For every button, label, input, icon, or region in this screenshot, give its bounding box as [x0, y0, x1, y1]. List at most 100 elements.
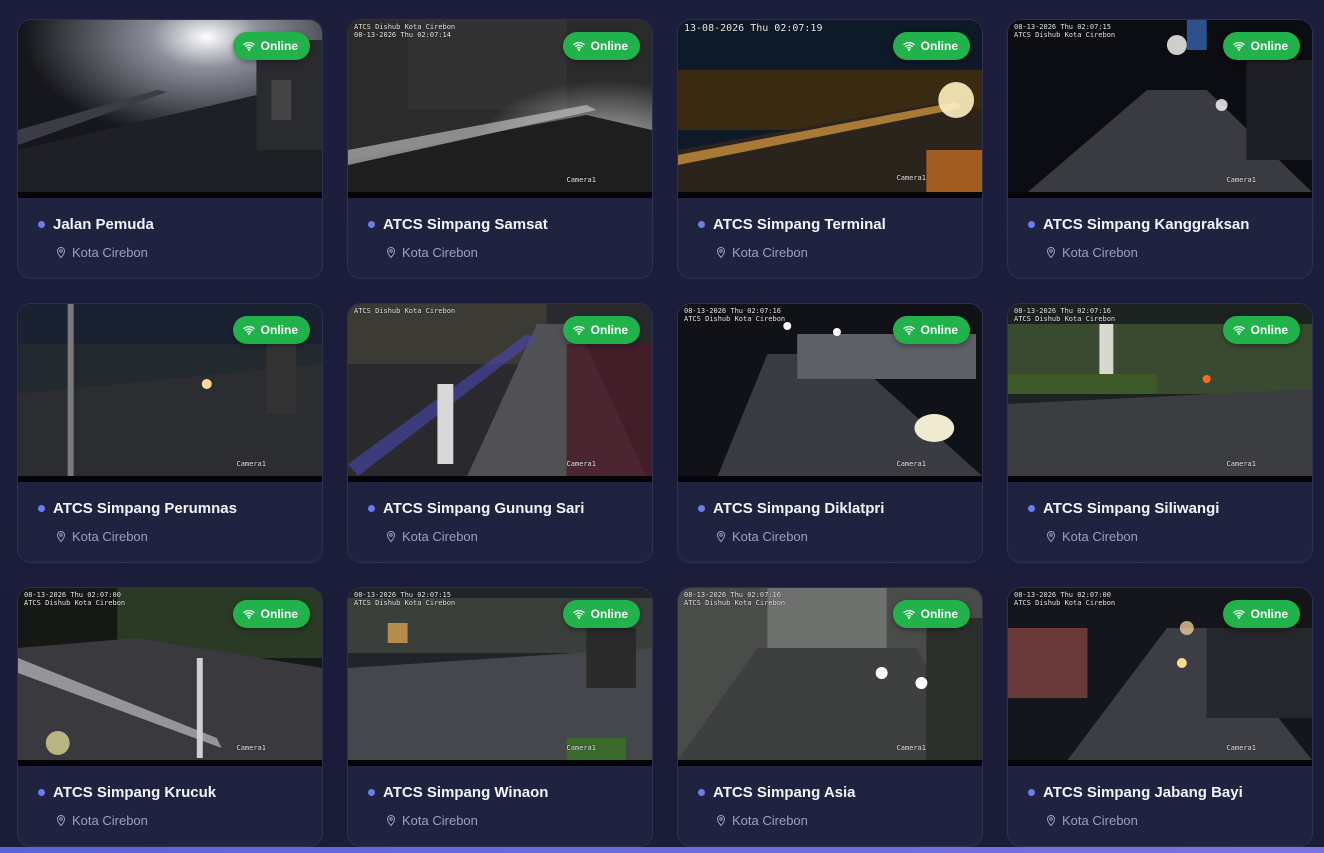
camera-title: ATCS Simpang Jabang Bayi	[1043, 784, 1243, 801]
status-label: Online	[1250, 323, 1288, 337]
camera-location: Kota Cirebon	[732, 245, 808, 260]
camera-card[interactable]: 08-13-2026 Thu 02:07:15 ATCS Dishub Kota…	[347, 587, 653, 847]
dot-icon	[1028, 789, 1035, 796]
map-pin-icon	[1046, 531, 1056, 543]
status-label: Online	[920, 607, 958, 621]
status-label: Online	[590, 607, 628, 621]
camera-card[interactable]: Camera1 Online ATCS Simpang Perumnas Kot…	[17, 303, 323, 563]
status-label: Online	[920, 39, 958, 53]
online-status-badge: Online	[1222, 316, 1300, 344]
camera-card[interactable]: 08-13-2026 Thu 02:07:15 ATCS Dishub Kota…	[1007, 19, 1313, 279]
camera-osd-text: 08-13-2026 Thu 02:07:16 ATCS Dishub Kota…	[684, 591, 786, 607]
dot-icon	[38, 505, 45, 512]
camera-osd-text: 08-13-2026 Thu 02:07:15 ATCS Dishub Kota…	[1014, 23, 1116, 39]
camera-info: ATCS Simpang Gunung Sari Kota Cirebon	[348, 482, 652, 562]
camera-label: Camera1	[566, 460, 596, 468]
camera-info: ATCS Simpang Jabang Bayi Kota Cirebon	[1008, 766, 1312, 846]
dot-icon	[368, 789, 375, 796]
wifi-icon	[1233, 326, 1245, 335]
camera-location: Kota Cirebon	[402, 245, 478, 260]
camera-osd-text: 08-13-2026 Thu 02:07:00 ATCS Dishub Kota…	[24, 591, 126, 607]
camera-title: ATCS Simpang Terminal	[713, 216, 886, 233]
online-status-badge: Online	[232, 600, 310, 628]
camera-location: Kota Cirebon	[402, 529, 478, 544]
camera-info: ATCS Simpang Siliwangi Kota Cirebon	[1008, 482, 1312, 562]
map-pin-icon	[386, 531, 396, 543]
camera-info: ATCS Simpang Terminal Kota Cirebon	[678, 198, 982, 278]
wifi-icon	[573, 610, 585, 619]
wifi-icon	[903, 610, 915, 619]
camera-label: Camera1	[1226, 460, 1256, 468]
camera-title: ATCS Simpang Winaon	[383, 784, 549, 801]
camera-grid-page: Online Jalan Pemuda Kota Cirebon ATCS Di…	[0, 0, 1324, 853]
camera-info: ATCS Simpang Krucuk Kota Cirebon	[18, 766, 322, 846]
camera-title: ATCS Simpang Samsat	[383, 216, 548, 233]
camera-feed[interactable]: Camera1 Online	[18, 304, 322, 482]
status-label: Online	[260, 323, 298, 337]
camera-card[interactable]: ATCS Dishub Kota Cirebon 08-13-2026 Thu …	[347, 19, 653, 279]
map-pin-icon	[1046, 815, 1056, 827]
status-label: Online	[590, 39, 628, 53]
camera-location: Kota Cirebon	[72, 813, 148, 828]
camera-title: ATCS Simpang Gunung Sari	[383, 500, 585, 517]
camera-title: Jalan Pemuda	[53, 216, 154, 233]
camera-info: Jalan Pemuda Kota Cirebon	[18, 198, 322, 278]
camera-card[interactable]: 13-08-2026 Thu 02:07:19 Camera1 Online A…	[677, 19, 983, 279]
dot-icon	[368, 221, 375, 228]
camera-location: Kota Cirebon	[1062, 529, 1138, 544]
camera-feed[interactable]: 08-13-2026 Thu 02:07:16 ATCS Dishub Kota…	[1008, 304, 1312, 482]
online-status-badge: Online	[892, 600, 970, 628]
camera-card[interactable]: Online Jalan Pemuda Kota Cirebon	[17, 19, 323, 279]
camera-label: Camera1	[896, 460, 926, 468]
camera-feed[interactable]: Online	[18, 20, 322, 198]
camera-card[interactable]: 08-13-2026 Thu 02:07:00 ATCS Dishub Kota…	[1007, 587, 1313, 847]
online-status-badge: Online	[892, 32, 970, 60]
wifi-icon	[1233, 610, 1245, 619]
camera-label: Camera1	[236, 744, 266, 752]
camera-card[interactable]: 08-13-2026 Thu 02:07:00 ATCS Dishub Kota…	[17, 587, 323, 847]
map-pin-icon	[716, 815, 726, 827]
online-status-badge: Online	[562, 32, 640, 60]
map-pin-icon	[386, 815, 396, 827]
camera-card[interactable]: 08-13-2026 Thu 02:07:16 ATCS Dishub Kota…	[677, 303, 983, 563]
camera-feed[interactable]: 08-13-2026 Thu 02:07:16 ATCS Dishub Kota…	[678, 588, 982, 766]
camera-info: ATCS Simpang Kanggraksan Kota Cirebon	[1008, 198, 1312, 278]
camera-osd-text: 08-13-2026 Thu 02:07:16 ATCS Dishub Kota…	[1014, 307, 1116, 323]
dot-icon	[38, 789, 45, 796]
camera-osd-text: 08-13-2026 Thu 02:07:16 ATCS Dishub Kota…	[684, 307, 786, 323]
camera-feed[interactable]: ATCS Dishub Kota Cirebon 08-13-2026 Thu …	[348, 20, 652, 198]
camera-card[interactable]: 08-13-2026 Thu 02:07:16 ATCS Dishub Kota…	[677, 587, 983, 847]
wifi-icon	[243, 610, 255, 619]
camera-label: Camera1	[1226, 176, 1256, 184]
camera-card[interactable]: 08-13-2026 Thu 02:07:16 ATCS Dishub Kota…	[1007, 303, 1313, 563]
status-label: Online	[1250, 607, 1288, 621]
map-pin-icon	[56, 531, 66, 543]
status-label: Online	[260, 39, 298, 53]
camera-feed[interactable]: ATCS Dishub Kota Cirebon Camera1 Online	[348, 304, 652, 482]
camera-feed[interactable]: 13-08-2026 Thu 02:07:19 Camera1 Online	[678, 20, 982, 198]
wifi-icon	[1233, 42, 1245, 51]
camera-label: Camera1	[566, 176, 596, 184]
online-status-badge: Online	[1222, 32, 1300, 60]
camera-info: ATCS Simpang Perumnas Kota Cirebon	[18, 482, 322, 562]
status-label: Online	[260, 607, 298, 621]
camera-label: Camera1	[236, 460, 266, 468]
bottom-accent-bar	[0, 847, 1324, 853]
camera-title: ATCS Simpang Kanggraksan	[1043, 216, 1250, 233]
dot-icon	[698, 505, 705, 512]
camera-location: Kota Cirebon	[732, 813, 808, 828]
camera-title: ATCS Simpang Perumnas	[53, 500, 237, 517]
camera-feed[interactable]: 08-13-2026 Thu 02:07:16 ATCS Dishub Kota…	[678, 304, 982, 482]
camera-title: ATCS Simpang Siliwangi	[1043, 500, 1220, 517]
camera-grid: Online Jalan Pemuda Kota Cirebon ATCS Di…	[17, 19, 1313, 847]
camera-card[interactable]: ATCS Dishub Kota Cirebon Camera1 Online …	[347, 303, 653, 563]
dot-icon	[368, 505, 375, 512]
camera-osd-text: 13-08-2026 Thu 02:07:19	[684, 23, 823, 34]
camera-feed[interactable]: 08-13-2026 Thu 02:07:15 ATCS Dishub Kota…	[348, 588, 652, 766]
camera-feed[interactable]: 08-13-2026 Thu 02:07:00 ATCS Dishub Kota…	[1008, 588, 1312, 766]
online-status-badge: Online	[1222, 600, 1300, 628]
camera-feed[interactable]: 08-13-2026 Thu 02:07:15 ATCS Dishub Kota…	[1008, 20, 1312, 198]
camera-title: ATCS Simpang Asia	[713, 784, 856, 801]
camera-feed[interactable]: 08-13-2026 Thu 02:07:00 ATCS Dishub Kota…	[18, 588, 322, 766]
status-label: Online	[920, 323, 958, 337]
